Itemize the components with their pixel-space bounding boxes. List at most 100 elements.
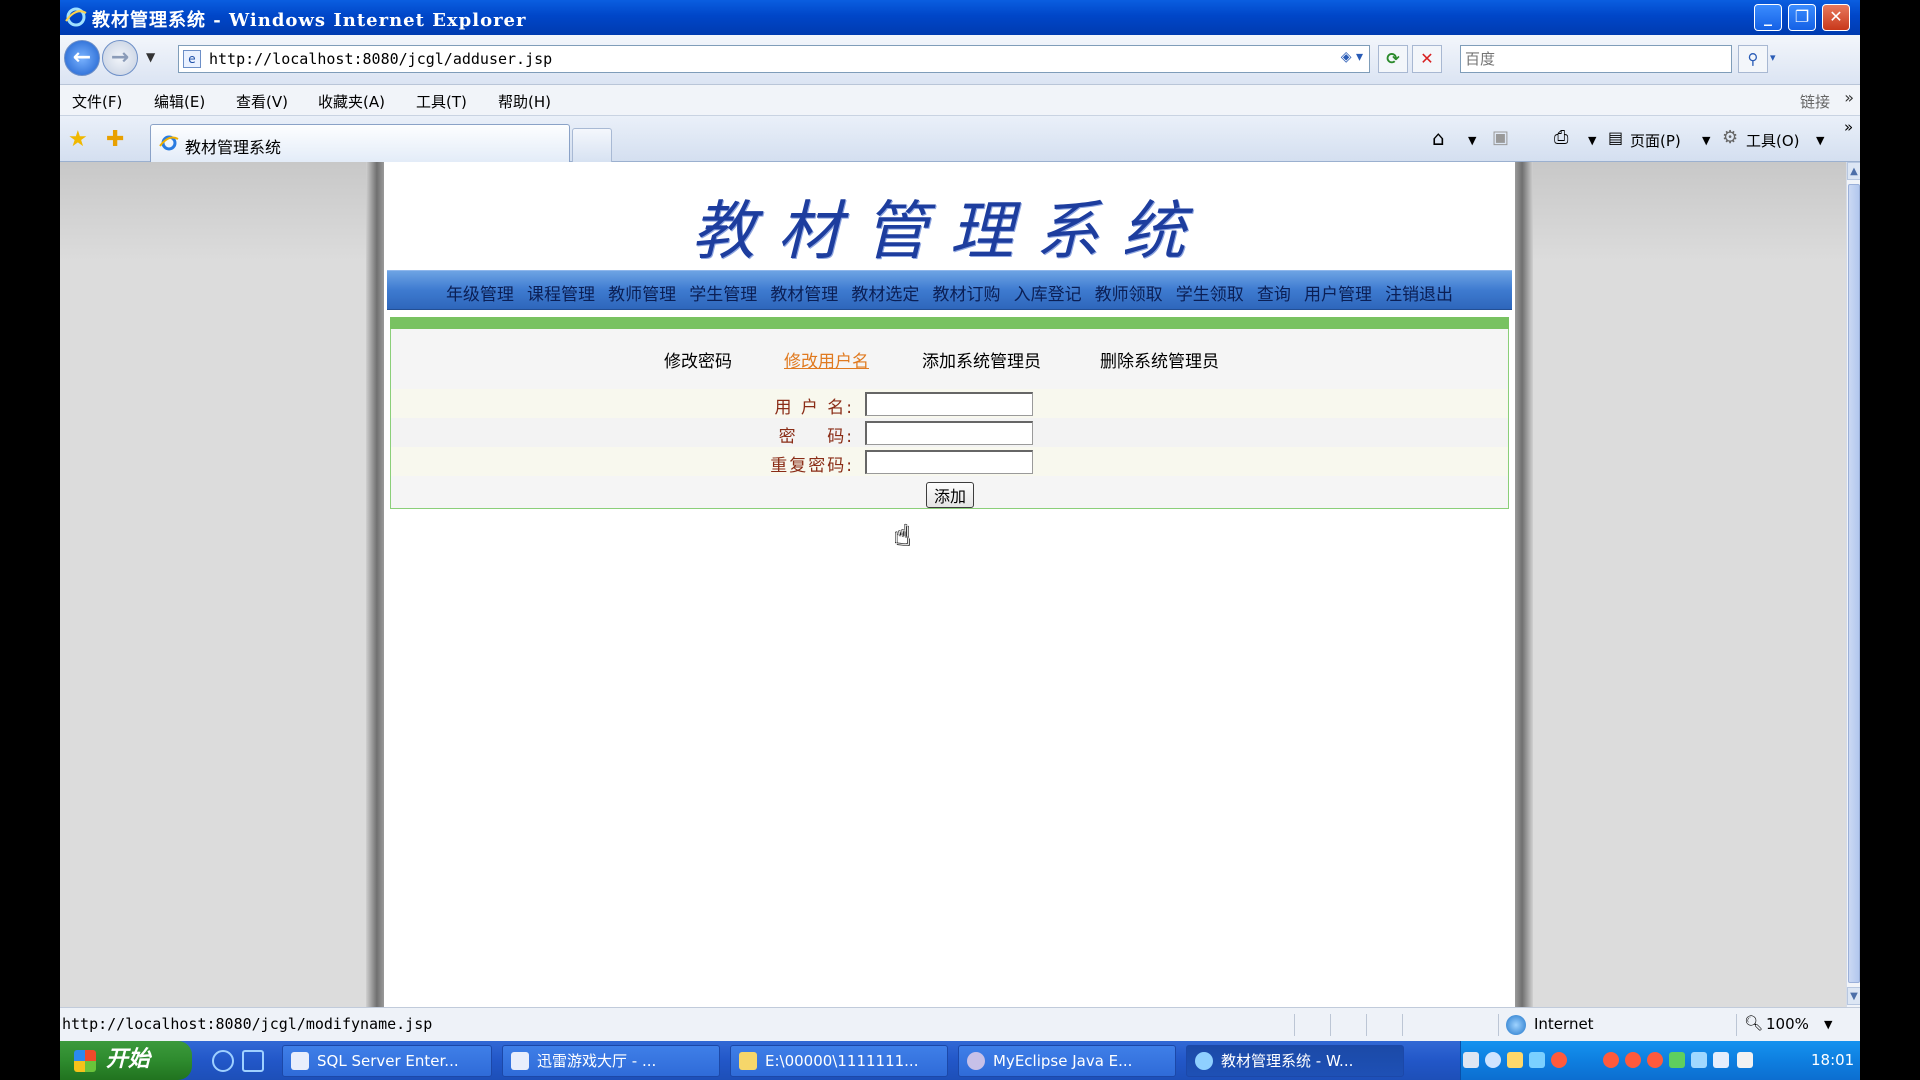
site-title: 教材管理系统 (691, 195, 1208, 269)
tab-title: 教材管理系统 (185, 138, 282, 157)
search-icon[interactable]: ⚲ (1738, 45, 1768, 73)
new-tab-button[interactable] (572, 128, 612, 162)
tray-collapse-icon[interactable] (1485, 1052, 1501, 1068)
links-label[interactable]: 链接 (1800, 91, 1830, 112)
search-input[interactable] (1465, 47, 1725, 71)
favorites-star-icon[interactable]: ★ (68, 127, 88, 152)
url-field[interactable]: e http://localhost:8080/jcgl/adduser.jsp… (178, 45, 1370, 73)
tab-active[interactable]: 教材管理系统 (150, 124, 570, 162)
sql-server-icon (291, 1052, 309, 1070)
nav-grade-management[interactable]: 年级管理 (446, 280, 514, 305)
nav-student-management[interactable]: 学生管理 (689, 280, 757, 305)
task-label: SQL Server Enter... (317, 1052, 459, 1070)
compatibility-icon[interactable]: ◈ ▾ (1341, 49, 1363, 65)
task-ie-active[interactable]: 教材管理系统 - W... (1186, 1045, 1404, 1077)
menu-help[interactable]: 帮助(H) (498, 91, 551, 112)
print-icon[interactable]: ⎙ (1554, 127, 1568, 148)
nav-course-management[interactable]: 课程管理 (527, 280, 595, 305)
add-favorite-icon[interactable]: ✚ (106, 127, 124, 152)
system-tray: 18:01 (1460, 1041, 1860, 1080)
restore-button[interactable]: ❐ (1788, 4, 1816, 31)
scroll-up-icon[interactable]: ▲ (1847, 162, 1860, 180)
repeat-password-label: 重复密码: (770, 456, 854, 476)
keyboard-icon[interactable] (1463, 1052, 1479, 1068)
page-icon: e (183, 50, 201, 68)
security-zone[interactable]: Internet (1534, 1015, 1594, 1033)
nav-textbook-management[interactable]: 教材管理 (770, 280, 838, 305)
task-myeclipse[interactable]: MyEclipse Java E... (958, 1045, 1176, 1077)
home-icon[interactable]: ⌂ (1432, 126, 1445, 150)
nav-teacher-pickup[interactable]: 教师领取 (1095, 280, 1163, 305)
nav-teacher-management[interactable]: 教师管理 (608, 280, 676, 305)
subnav-change-username[interactable]: 修改用户名 (784, 347, 869, 372)
chevron-right-icon[interactable]: » (1844, 88, 1854, 107)
status-divider (1294, 1014, 1295, 1036)
feeds-icon[interactable]: ▣ (1492, 127, 1509, 148)
volume-icon[interactable] (1737, 1052, 1753, 1068)
screen: 教材管理系统 - Windows Internet Explorer _ ❐ ✕… (60, 0, 1860, 1080)
subnav-change-password[interactable]: 修改密码 (664, 347, 732, 372)
zoom-dropdown-icon[interactable]: ▼ (1824, 1018, 1832, 1031)
repeat-password-input[interactable] (865, 450, 1033, 474)
qq-icon[interactable] (1551, 1052, 1567, 1068)
qq-icon[interactable] (1625, 1052, 1641, 1068)
stop-button[interactable]: ✕ (1412, 45, 1442, 73)
nav-textbook-ordering[interactable]: 教材订购 (933, 280, 1001, 305)
close-button[interactable]: ✕ (1822, 4, 1850, 31)
task-explorer-folder[interactable]: E:\00000\1111111... (730, 1045, 948, 1077)
task-label: MyEclipse Java E... (993, 1052, 1133, 1070)
task-xunlei[interactable]: 迅雷游戏大厅 - ... (502, 1045, 720, 1077)
print-dropdown-icon[interactable]: ▼ (1588, 134, 1596, 147)
vertical-scrollbar[interactable]: ▲ ▼ (1846, 162, 1860, 1007)
menu-tools[interactable]: 工具(T) (416, 91, 467, 112)
nav-textbook-selection[interactable]: 教材选定 (851, 280, 919, 305)
username-input[interactable] (865, 392, 1033, 416)
ie-quicklaunch-icon[interactable] (212, 1050, 234, 1072)
zoom-level[interactable]: 100% (1766, 1015, 1809, 1033)
back-button[interactable]: ← (64, 40, 100, 76)
nav-user-management[interactable]: 用户管理 (1304, 280, 1372, 305)
user-subnav: 修改密码 修改用户名 添加系统管理员 删除系统管理员 (391, 347, 1508, 377)
qq-icon[interactable] (1647, 1052, 1663, 1068)
desktop-quicklaunch-icon[interactable] (242, 1050, 264, 1072)
search-box[interactable] (1460, 45, 1732, 73)
forward-button[interactable]: → (102, 40, 138, 76)
clock: 18:01 (1811, 1051, 1855, 1069)
recent-pages-dropdown-icon[interactable]: ▼ (146, 50, 155, 64)
nav-student-pickup[interactable]: 学生领取 (1176, 280, 1244, 305)
tools-dropdown-icon[interactable]: ▼ (1816, 134, 1824, 147)
chevron-right-icon[interactable]: » (1844, 118, 1853, 136)
add-button[interactable]: 添加 (926, 482, 974, 508)
page-menu[interactable]: 页面(P) (1630, 130, 1681, 151)
start-button[interactable]: 开始 (60, 1041, 192, 1080)
qq-icon[interactable] (1603, 1052, 1619, 1068)
home-dropdown-icon[interactable]: ▼ (1468, 134, 1476, 147)
windows-flag-icon (74, 1050, 96, 1072)
password-input[interactable] (865, 421, 1033, 445)
nav-warehouse-registration[interactable]: 入库登记 (1014, 280, 1082, 305)
search-options-icon[interactable]: ▾ (1770, 51, 1776, 64)
window-title: 教材管理系统 - Windows Internet Explorer (92, 10, 527, 31)
network-icon[interactable] (1529, 1052, 1545, 1068)
tools-menu[interactable]: 工具(O) (1746, 130, 1800, 151)
task-sql-server[interactable]: SQL Server Enter... (282, 1045, 492, 1077)
page-dropdown-icon[interactable]: ▼ (1702, 134, 1710, 147)
address-bar: ← → ▼ e http://localhost:8080/jcgl/addus… (60, 35, 1860, 85)
subnav-delete-admin[interactable]: 删除系统管理员 (1100, 347, 1219, 372)
task-label: E:\00000\1111111... (765, 1052, 919, 1070)
minimize-button[interactable]: _ (1754, 4, 1782, 31)
menu-favorites[interactable]: 收藏夹(A) (318, 91, 385, 112)
input-method-icon[interactable] (1507, 1052, 1523, 1068)
menu-file[interactable]: 文件(F) (72, 91, 122, 112)
scroll-down-icon[interactable]: ▼ (1847, 987, 1860, 1005)
subnav-add-admin[interactable]: 添加系统管理员 (922, 347, 1041, 372)
security-icon[interactable] (1669, 1052, 1685, 1068)
menu-view[interactable]: 查看(V) (236, 91, 288, 112)
nav-query[interactable]: 查询 (1257, 280, 1291, 305)
cloud-icon[interactable] (1691, 1052, 1707, 1068)
scroll-thumb[interactable] (1848, 184, 1860, 983)
display-icon[interactable] (1713, 1052, 1729, 1068)
refresh-button[interactable]: ⟳ (1378, 45, 1408, 73)
menu-edit[interactable]: 编辑(E) (154, 91, 205, 112)
nav-logout[interactable]: 注销退出 (1385, 280, 1453, 305)
